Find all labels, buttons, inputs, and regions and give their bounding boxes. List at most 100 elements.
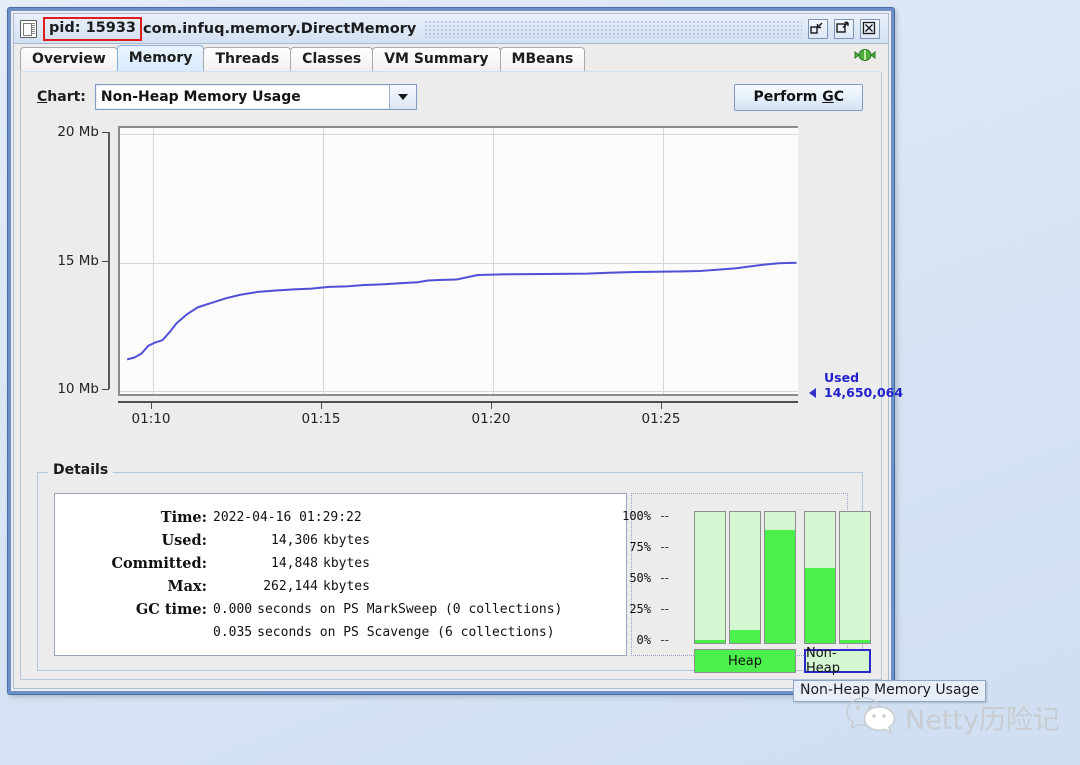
details-value: 0.000 [213,602,253,617]
details-row-gc-marksweep: GC time: 0.000 seconds on PS MarkSweep (… [55,598,626,621]
tab-overview[interactable]: Overview [20,47,118,71]
chart-controls: Chart: Non-Heap Memory Usage Perform GC [37,82,863,112]
details-text-panel: Time: 2022-04-16 01:29:22 Used: 14,306 k… [54,493,627,656]
bar-tick-25: -- [660,602,669,616]
details-unit: kbytes [323,556,370,571]
screen: pid: 15933 com.infuq.memory.DirectMemory [0,0,1080,765]
chevron-down-icon[interactable] [388,85,416,109]
y-tick-mark [102,389,109,390]
window-inner: pid: 15933 com.infuq.memory.DirectMemory [13,13,903,689]
x-axis-line [118,401,798,403]
memory-pool-bars[interactable]: 100% -- 75% -- 50% -- 25% -- 0% -- Heap … [622,493,871,676]
details-value: 14,848 [271,556,318,571]
tab-vm-summary[interactable]: VM Summary [372,47,501,71]
bar-pct-label-100: 100% [622,509,651,523]
chart-combo-label: Chart: [37,89,86,105]
window-title: com.infuq.memory.DirectMemory [143,20,417,37]
minimize-icon[interactable] [808,18,828,39]
perform-gc-button[interactable]: Perform GC [734,83,863,111]
chart-label-mnemonic: C [37,89,48,105]
used-series-legend: Used 14,650,064 [824,370,903,400]
tab-mbeans[interactable]: MBeans [499,47,586,71]
details-title: Details [48,462,114,478]
details-key: Time: [160,509,207,526]
memory-time-chart[interactable]: 20 Mb 15 Mb 10 Mb 01:10 01:15 01:20 01:2… [37,120,903,465]
chart-plot-area[interactable] [118,126,798,396]
tab-classes[interactable]: Classes [290,47,374,71]
pid-annotation: pid: 15933 [43,16,143,41]
details-row-gc-scavenge: 0.035 seconds on PS Scavenge (6 collecti… [55,621,626,644]
details-group: Details Time: 2022-04-16 01:29:22 Used: … [37,462,871,676]
details-value: 14,306 [271,533,318,548]
details-key: Committed: [111,555,207,572]
close-icon[interactable] [860,18,880,39]
used-legend-name: Used [824,370,860,385]
y-tick-label-15mb: 15 Mb [57,253,99,269]
x-tick-label-0115: 01:15 [301,411,341,427]
x-tick-mark [491,401,492,409]
memory-bar-heap-3[interactable] [764,511,796,644]
y-axis-line [108,132,110,389]
memory-bar-nonheap-2[interactable] [839,511,871,644]
tab-bar: Overview Memory Threads Classes VM Summa… [20,45,882,73]
perform-gc-pre: Perform [753,88,823,105]
details-value: 2022-04-16 01:29:22 [213,510,362,525]
memory-bar-fill [765,530,795,643]
memory-pane: Chart: Non-Heap Memory Usage Perform GC … [20,72,903,680]
x-tick-label-0125: 01:25 [641,411,681,427]
x-tick-label-0110: 01:10 [131,411,171,427]
tab-memory[interactable]: Memory [116,45,205,71]
memory-bar-fill [730,629,760,643]
y-tick-label-10mb: 10 Mb [57,381,99,397]
details-row-committed: Committed: 14,848 kbytes [55,552,626,575]
details-unit: kbytes [323,579,370,594]
document-icon [20,19,37,38]
bar-pct-label-50: 50% [629,571,651,585]
window-controls [808,18,884,39]
used-series-marker-icon [809,388,816,398]
used-legend-value: 14,650,064 [824,385,904,400]
details-row-max: Max: 262,144 kbytes [55,575,626,598]
bar-tick-0: -- [660,633,669,647]
title-bar[interactable]: pid: 15933 com.infuq.memory.DirectMemory [14,14,888,44]
bar-pct-label-0: 0% [636,633,651,647]
nonheap-toggle-button[interactable]: Non-Heap [804,646,871,676]
title-texture [424,19,802,38]
bar-pct-label-75: 75% [629,540,651,554]
details-key [55,621,213,644]
chart-label-rest: hart: [47,89,86,105]
chart-select[interactable]: Non-Heap Memory Usage [94,84,417,110]
memory-bar-fill [840,640,870,643]
perform-gc-mnemonic: G [822,88,834,105]
bar-tick-100: -- [660,509,669,523]
used-memory-line [126,261,797,361]
connected-plug-icon[interactable] [854,45,882,71]
details-key: GC time: [135,601,207,618]
bar-pct-label-25: 25% [629,602,651,616]
memory-bar-nonheap-1[interactable] [804,511,836,644]
bar-tick-50: -- [660,571,669,585]
watermark-text: Netty历险记 [905,705,1060,736]
memory-bar-fill [695,640,725,643]
memory-bar-heap-2[interactable] [729,511,761,644]
details-row-time: Time: 2022-04-16 01:29:22 [55,506,626,529]
heap-toggle-button[interactable]: Heap [694,649,796,673]
tab-threads[interactable]: Threads [203,47,292,71]
wechat-icon [845,694,897,741]
details-unit: seconds on PS Scavenge (6 collections) [257,625,555,640]
details-unit: seconds on PS MarkSweep (0 collections) [257,602,563,617]
bar-tick-75: -- [660,540,669,554]
jconsole-window: pid: 15933 com.infuq.memory.DirectMemory [8,8,903,694]
details-row-used: Used: 14,306 kbytes [55,529,626,552]
x-tick-mark [321,401,322,409]
maximize-icon[interactable] [834,18,854,39]
memory-bar-heap-1[interactable] [694,511,726,644]
watermark: Netty历险记 [845,694,1060,741]
x-tick-label-0120: 01:20 [471,411,511,427]
x-tick-mark [151,401,152,409]
perform-gc-post: C [833,88,844,105]
chart-select-value: Non-Heap Memory Usage [100,89,301,105]
details-value: 0.035 [213,625,253,640]
details-key: Used: [161,532,207,549]
y-tick-label-20mb: 20 Mb [57,124,99,140]
